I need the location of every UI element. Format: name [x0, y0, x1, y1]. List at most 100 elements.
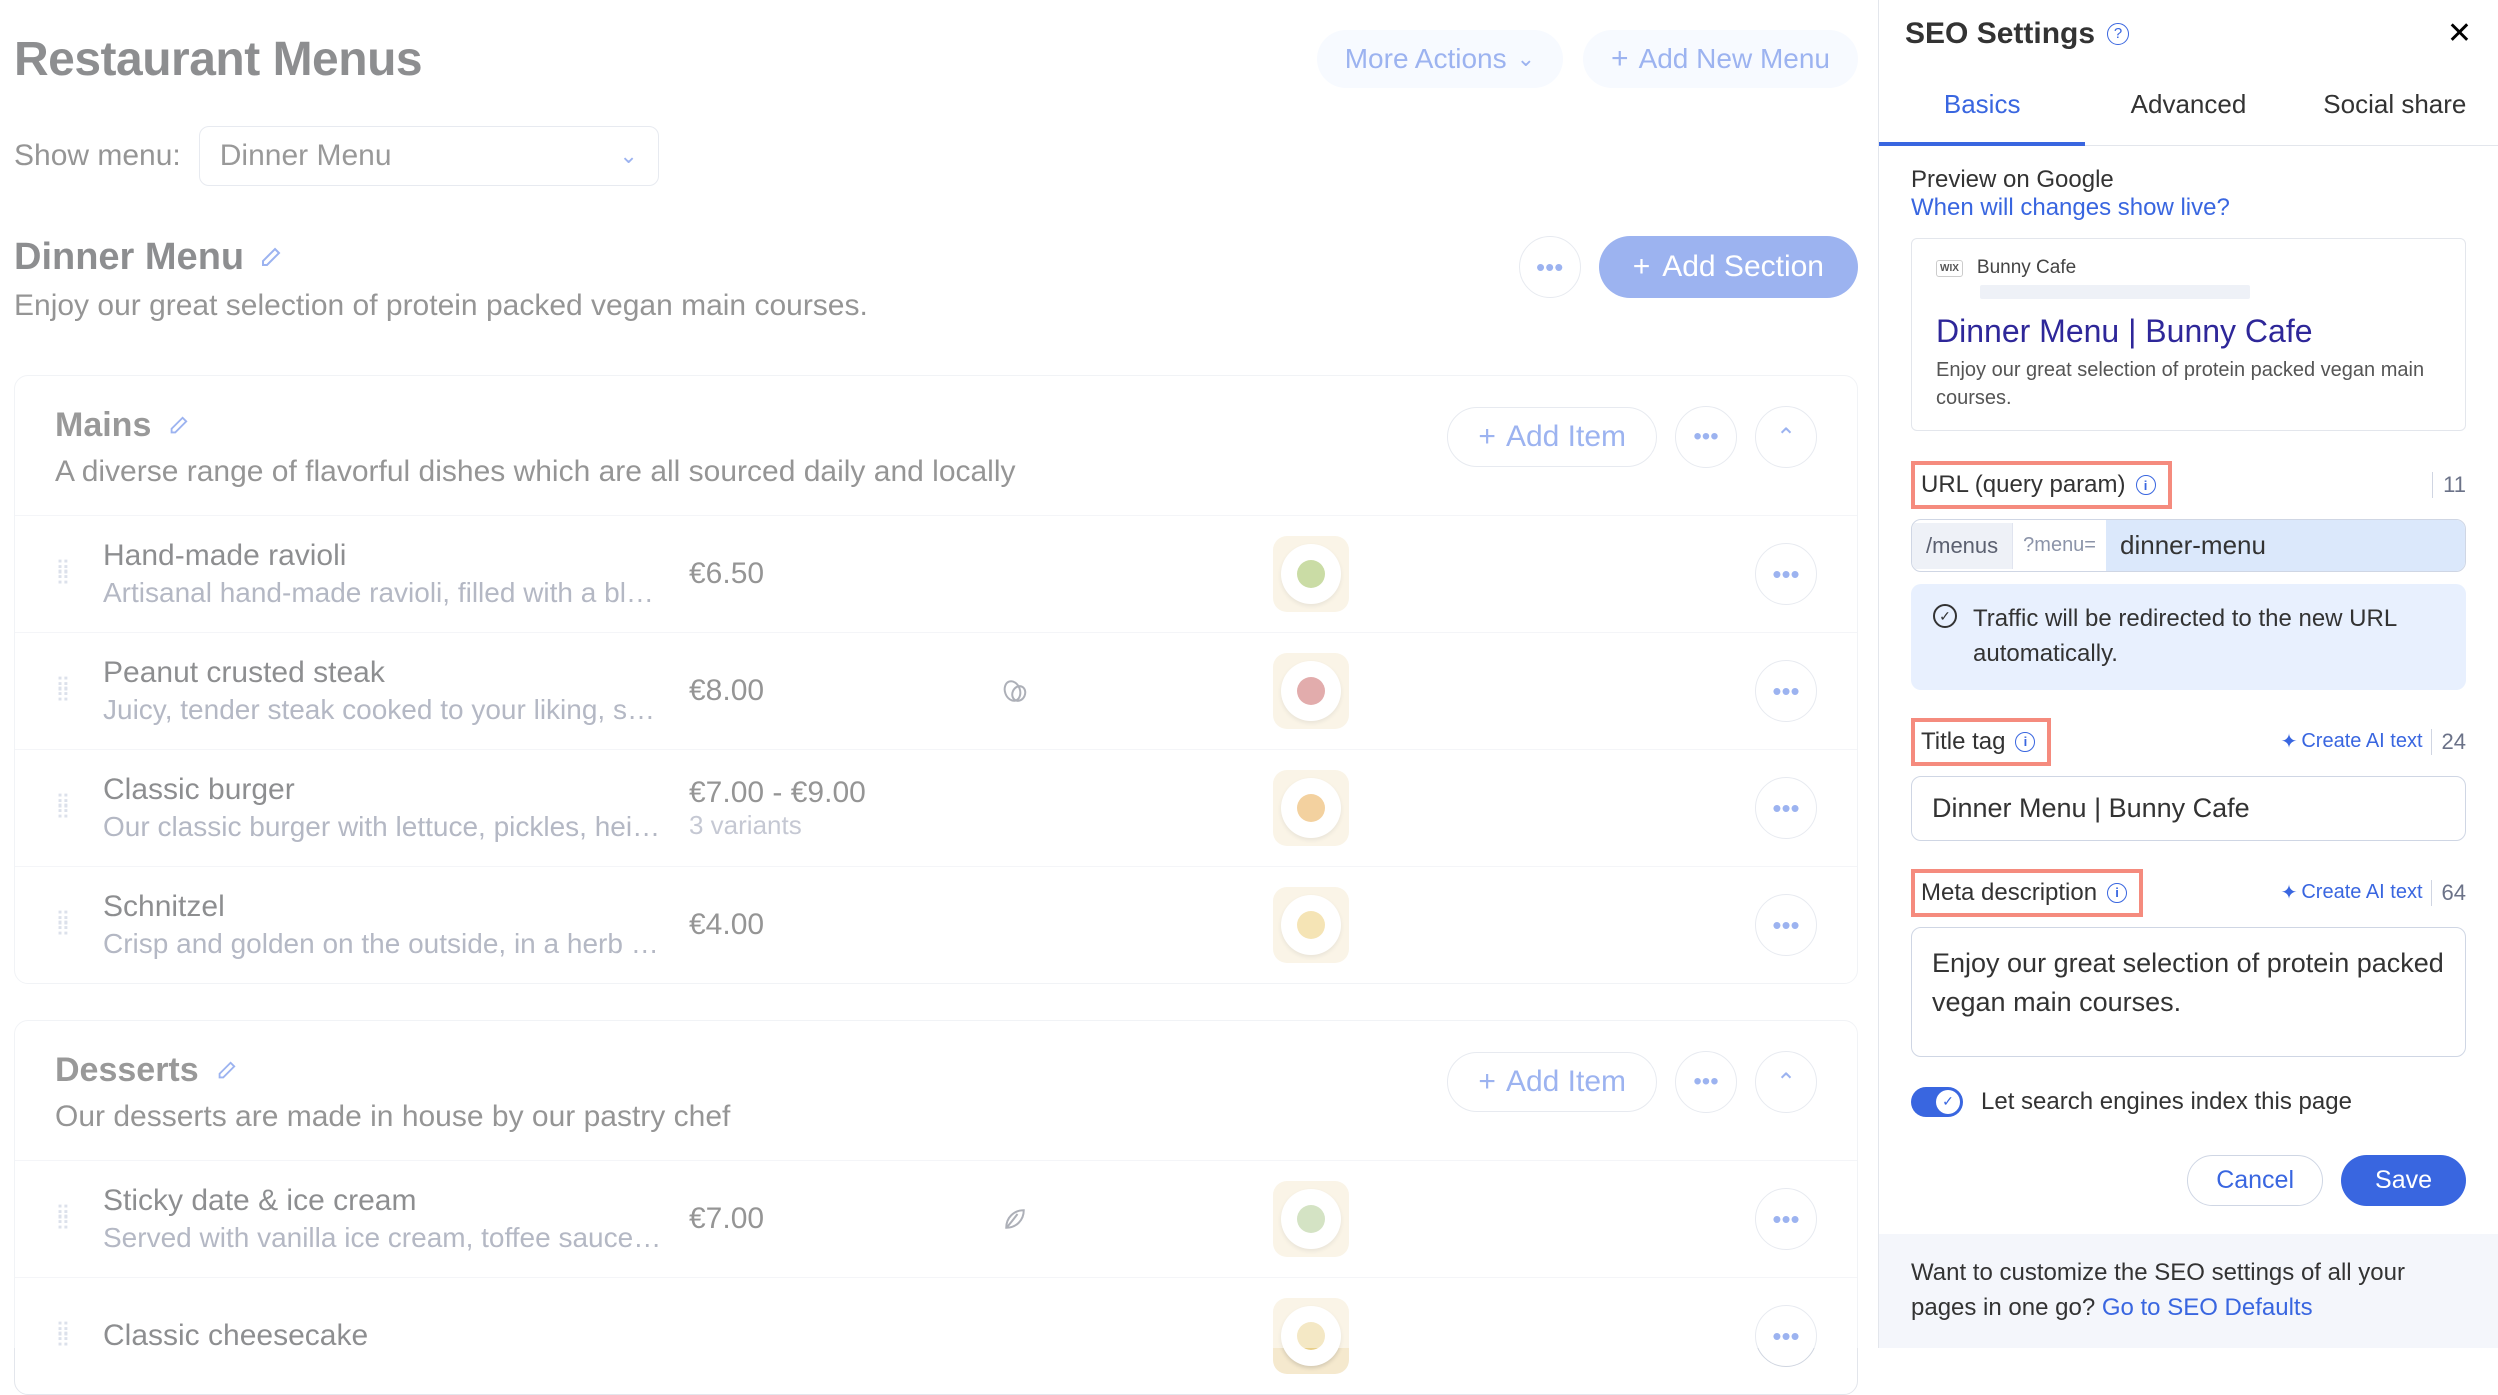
preview-description: Enjoy our great selection of protein pac…: [1936, 356, 2441, 412]
more-actions-button[interactable]: More Actions ⌄: [1317, 30, 1563, 88]
google-preview-card: WIX Bunny Cafe Dinner Menu | Bunny Cafe …: [1911, 238, 2466, 431]
url-param: ?menu=: [2013, 524, 2106, 567]
menu-item-row[interactable]: ⠿⠿ Classic burger Our classic burger wit…: [15, 749, 1857, 866]
menu-item-row[interactable]: ⠿⠿ Peanut crusted steak Juicy, tender st…: [15, 632, 1857, 749]
item-name: Schnitzel: [103, 890, 663, 924]
url-char-count: 11: [2432, 472, 2466, 498]
chevron-down-icon: ⌄: [619, 143, 637, 169]
meta-description-label: Meta description i: [1921, 879, 2127, 907]
tab-basics[interactable]: Basics: [1879, 67, 2085, 146]
menu-select[interactable]: Dinner Menu ⌄: [199, 126, 659, 186]
item-more-button[interactable]: •••: [1755, 543, 1817, 605]
item-description: Served with vanilla ice cream, toffee sa…: [103, 1222, 663, 1254]
add-menu-button[interactable]: + Add New Menu: [1583, 30, 1858, 88]
info-icon[interactable]: i: [2136, 475, 2156, 495]
edit-icon[interactable]: [215, 1060, 237, 1082]
help-icon[interactable]: ?: [2107, 23, 2129, 45]
item-name: Peanut crusted steak: [103, 656, 663, 690]
drag-handle-icon[interactable]: ⠿⠿: [51, 798, 77, 818]
add-item-button[interactable]: + Add Item: [1447, 1052, 1657, 1112]
drag-handle-icon[interactable]: ⠿⠿: [51, 1326, 77, 1346]
section-card: Desserts Our desserts are made in house …: [14, 1020, 1858, 1395]
section-collapse-button[interactable]: ⌃: [1755, 1051, 1817, 1113]
item-more-button[interactable]: •••: [1755, 1305, 1817, 1367]
title-tag-input[interactable]: Dinner Menu | Bunny Cafe: [1911, 776, 2466, 841]
meta-label-highlight: Meta description i: [1911, 869, 2143, 917]
drag-handle-icon[interactable]: ⠿⠿: [51, 564, 77, 584]
preview-url-placeholder: [1980, 285, 2250, 299]
menu-subtitle: Enjoy our great selection of protein pac…: [14, 289, 868, 323]
section-more-button[interactable]: •••: [1675, 406, 1737, 468]
menu-item-row[interactable]: ⠿⠿ Schnitzel Crisp and golden on the out…: [15, 866, 1857, 983]
item-price: €7.00 - €9.00: [689, 776, 949, 810]
add-item-button[interactable]: + Add Item: [1447, 407, 1657, 467]
create-ai-meta-button[interactable]: ✦ Create AI text: [2281, 880, 2423, 905]
plus-icon: +: [1478, 1065, 1496, 1099]
dots-icon: •••: [1772, 1321, 1799, 1352]
dots-icon: •••: [1693, 423, 1718, 451]
item-variants: 3 variants: [689, 810, 949, 841]
menu-item-row[interactable]: ⠿⠿ Hand-made ravioli Artisanal hand-made…: [15, 515, 1857, 632]
section-more-button[interactable]: •••: [1675, 1051, 1737, 1113]
item-description: Our classic burger with lettuce, pickles…: [103, 811, 663, 843]
info-icon[interactable]: i: [2107, 883, 2127, 903]
filter-label: Show menu:: [14, 139, 181, 173]
edit-icon[interactable]: [167, 415, 189, 437]
section-card: Mains A diverse range of flavorful dishe…: [14, 375, 1858, 984]
drag-handle-icon[interactable]: ⠿⠿: [51, 681, 77, 701]
url-value[interactable]: dinner-menu: [2106, 520, 2465, 571]
meta-description-input[interactable]: Enjoy our great selection of protein pac…: [1911, 927, 2466, 1057]
add-item-label: Add Item: [1506, 420, 1626, 454]
item-thumbnail: [1273, 536, 1349, 612]
drag-handle-icon[interactable]: ⠿⠿: [51, 915, 77, 935]
preview-site-name: Bunny Cafe: [1977, 257, 2076, 279]
item-thumbnail: [1273, 770, 1349, 846]
menu-select-value: Dinner Menu: [220, 139, 392, 173]
item-more-button[interactable]: •••: [1755, 1188, 1817, 1250]
item-more-button[interactable]: •••: [1755, 660, 1817, 722]
url-label: URL (query param) i: [1921, 471, 2156, 499]
tab-social-share[interactable]: Social share: [2292, 67, 2498, 145]
title-char-count: 24: [2431, 729, 2466, 755]
section-subtitle: A diverse range of flavorful dishes whic…: [55, 455, 1016, 489]
info-icon[interactable]: i: [2015, 732, 2035, 752]
url-input[interactable]: /menus ?menu= dinner-menu: [1911, 519, 2466, 572]
dots-icon: •••: [1772, 1204, 1799, 1235]
add-item-label: Add Item: [1506, 1065, 1626, 1099]
plus-icon: +: [1478, 420, 1496, 454]
item-more-button[interactable]: •••: [1755, 777, 1817, 839]
page-title: Restaurant Menus: [14, 32, 422, 87]
panel-footer: Want to customize the SEO settings of al…: [1879, 1234, 2498, 1348]
index-toggle[interactable]: ✓: [1911, 1087, 1963, 1117]
preview-changes-link[interactable]: When will changes show live?: [1911, 194, 2466, 222]
section-collapse-button[interactable]: ⌃: [1755, 406, 1817, 468]
item-thumbnail: [1273, 1298, 1349, 1374]
cancel-button[interactable]: Cancel: [2187, 1155, 2323, 1206]
url-base: /menus: [1912, 523, 2013, 569]
close-icon[interactable]: ✕: [2447, 16, 2472, 51]
item-thumbnail: [1273, 887, 1349, 963]
add-section-button[interactable]: + Add Section: [1599, 236, 1858, 298]
seo-defaults-link[interactable]: Go to SEO Defaults: [2102, 1294, 2313, 1321]
chevron-up-icon: ⌃: [1776, 423, 1796, 452]
menu-more-button[interactable]: •••: [1519, 236, 1581, 298]
allergen-icon: [1000, 676, 1030, 706]
leaf-icon: [1000, 1204, 1030, 1234]
section-title: Desserts: [55, 1051, 199, 1090]
menu-item-row[interactable]: ⠿⠿ Sticky date & ice cream Served with v…: [15, 1160, 1857, 1277]
menu-item-row[interactable]: ⠿⠿ Classic cheesecake •••: [15, 1277, 1857, 1394]
url-label-highlight: URL (query param) i: [1911, 461, 2172, 509]
save-button[interactable]: Save: [2341, 1155, 2466, 1206]
tab-advanced[interactable]: Advanced: [2085, 67, 2291, 145]
drag-handle-icon[interactable]: ⠿⠿: [51, 1209, 77, 1229]
more-actions-label: More Actions: [1345, 43, 1507, 75]
check-icon: ✓: [1933, 604, 1957, 628]
meta-char-count: 64: [2431, 880, 2466, 906]
preview-label: Preview on Google: [1911, 166, 2466, 194]
edit-icon[interactable]: [258, 246, 282, 270]
section-subtitle: Our desserts are made in house by our pa…: [55, 1100, 730, 1134]
item-more-button[interactable]: •••: [1755, 894, 1817, 956]
create-ai-title-button[interactable]: ✦ Create AI text: [2281, 729, 2423, 754]
item-description: Crisp and golden on the outside, in a he…: [103, 928, 663, 960]
item-description: Artisanal hand-made ravioli, filled with…: [103, 577, 663, 609]
